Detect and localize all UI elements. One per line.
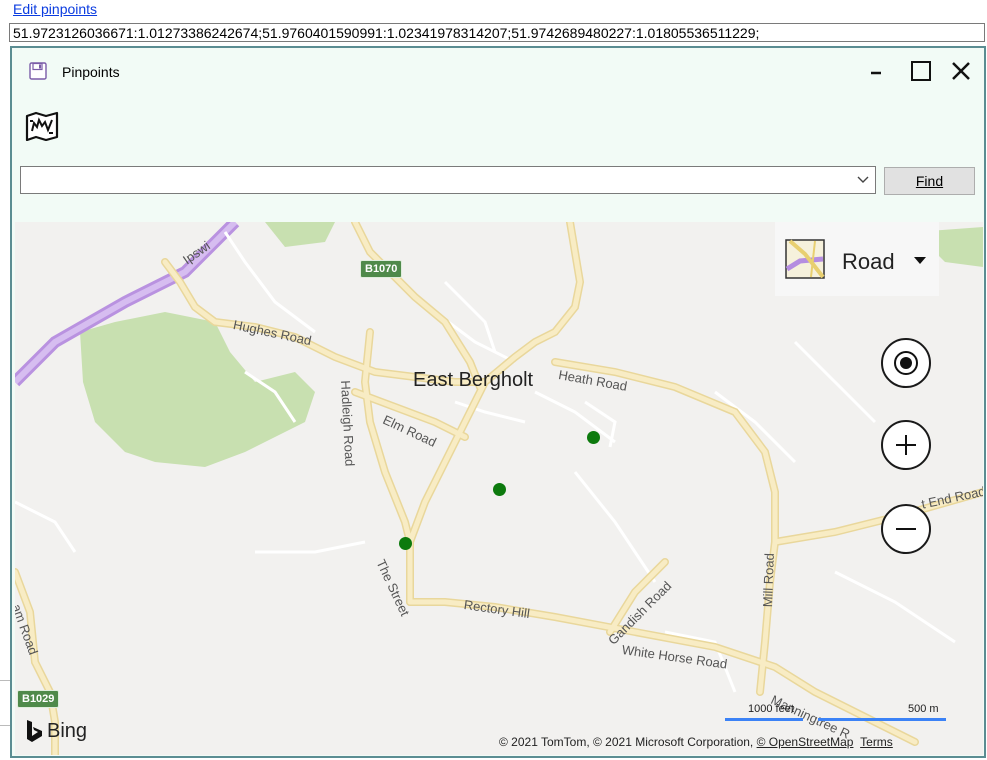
minimize-button[interactable] xyxy=(862,58,892,84)
town-label: East Bergholt xyxy=(413,369,534,391)
map-copyright: © 2021 TomTom, © 2021 Microsoft Corporat… xyxy=(499,735,893,749)
scale-feet-label: 1000 feet xyxy=(748,703,794,715)
scale-m-label: 500 m xyxy=(908,703,939,715)
maximize-button[interactable] xyxy=(906,58,936,84)
caret-down-icon xyxy=(914,257,926,264)
maximize-icon xyxy=(911,61,931,81)
map-icon[interactable] xyxy=(24,111,60,146)
road-badge-b1070: B1070 xyxy=(360,260,403,278)
title-bar: Pinpoints xyxy=(12,48,984,92)
minus-icon xyxy=(896,528,916,530)
close-button[interactable] xyxy=(946,58,976,84)
road-style-icon xyxy=(785,239,825,284)
pushpin[interactable] xyxy=(399,537,412,550)
edit-pinpoints-link[interactable]: Edit pinpoints xyxy=(13,1,97,17)
plus-icon xyxy=(896,435,916,455)
locate-me-button[interactable] xyxy=(881,338,931,388)
map-style-label: Road xyxy=(842,249,895,274)
scale-bar-feet xyxy=(725,718,803,721)
save-icon xyxy=(28,61,48,86)
scale-bar-m xyxy=(818,718,946,721)
divider xyxy=(0,680,10,681)
search-combobox[interactable] xyxy=(20,166,876,194)
dialog-title: Pinpoints xyxy=(62,64,120,80)
pushpin[interactable] xyxy=(587,431,600,444)
divider xyxy=(0,725,10,726)
find-button[interactable]: Find xyxy=(884,167,975,195)
road-badge-b1029: B1029 xyxy=(17,690,60,708)
terms-link[interactable]: Terms xyxy=(860,735,893,749)
minimize-icon xyxy=(871,71,881,75)
openstreetmap-link[interactable]: © OpenStreetMap xyxy=(757,735,854,749)
close-icon xyxy=(952,62,970,80)
map-style-selector[interactable]: Road xyxy=(775,222,939,296)
road-label: Mill Road xyxy=(760,552,777,608)
copyright-text: © 2021 TomTom, © 2021 Microsoft Corporat… xyxy=(499,735,757,749)
pinpoints-dialog: Pinpoints Find Ipswi Hughes Road Heath R… xyxy=(10,46,986,758)
locate-icon xyxy=(894,351,918,375)
pushpin[interactable] xyxy=(493,483,506,496)
bing-label: Bing xyxy=(47,719,88,742)
chevron-down-icon[interactable] xyxy=(857,175,869,185)
map-view[interactable]: Ipswi Hughes Road Heath Road Elm Road Ha… xyxy=(15,222,983,755)
zoom-out-button[interactable] xyxy=(881,504,931,554)
bing-logo: Bing xyxy=(25,719,87,743)
coordinates-field[interactable]: 51.9723126036671:1.01273386242674;51.976… xyxy=(9,23,985,42)
bing-icon xyxy=(27,720,42,742)
zoom-in-button[interactable] xyxy=(881,420,931,470)
